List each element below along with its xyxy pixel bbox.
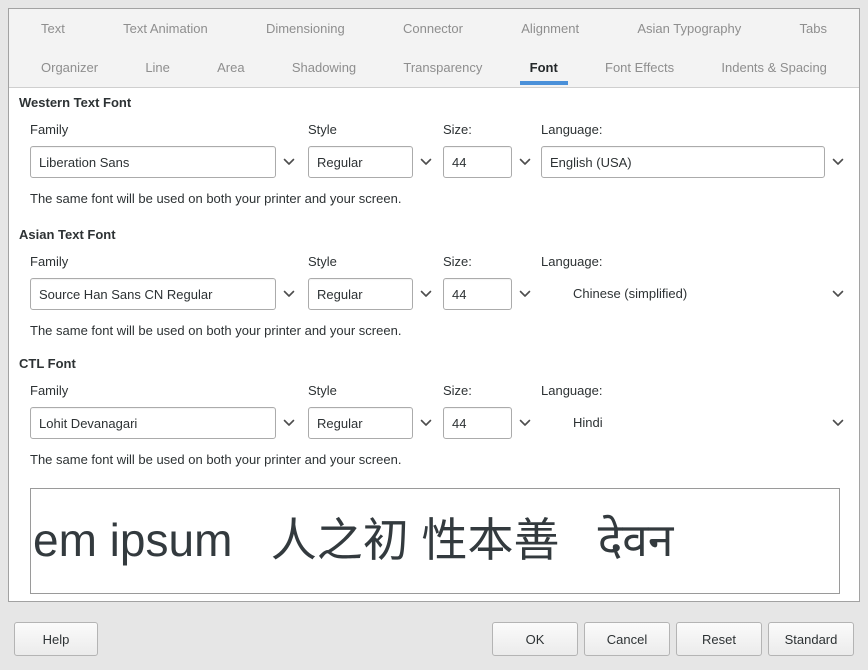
western-language-combobox — [541, 146, 844, 178]
asian-family-combobox — [30, 278, 308, 310]
chevron-down-icon[interactable] — [420, 158, 432, 166]
reset-button[interactable]: Reset — [676, 622, 762, 656]
asian-size-input[interactable] — [443, 278, 512, 310]
font-tab-panel: Western Text Font Family Style — [9, 88, 859, 601]
asian-language-value[interactable]: Chinese (simplified) — [541, 278, 825, 310]
standard-button[interactable]: Standard — [768, 622, 854, 656]
ctl-family-combobox — [30, 407, 308, 439]
tab-line[interactable]: Line — [135, 48, 180, 87]
family-label: Family — [30, 122, 308, 137]
section-title: CTL Font — [19, 356, 859, 371]
section-asian-text-font: Asian Text Font Family Style — [9, 227, 859, 338]
tab-tabs[interactable]: Tabs — [789, 9, 836, 48]
style-label: Style — [308, 122, 443, 137]
chevron-down-icon[interactable] — [420, 419, 432, 427]
tab-indents-spacing[interactable]: Indents & Spacing — [711, 48, 837, 87]
language-label: Language: — [541, 254, 844, 269]
chevron-down-icon[interactable] — [519, 158, 531, 166]
dialog-action-area: Help OK Cancel Reset Standard — [0, 602, 868, 670]
tab-alignment[interactable]: Alignment — [511, 9, 589, 48]
help-button[interactable]: Help — [14, 622, 98, 656]
ctl-language-value[interactable]: Hindi — [541, 407, 825, 439]
chevron-down-icon[interactable] — [283, 290, 295, 298]
tab-text[interactable]: Text — [31, 9, 75, 48]
section-western-text-font: Western Text Font Family Style — [9, 95, 859, 206]
preview-text: em ipsum 人之初 性本善 देवन — [31, 489, 839, 591]
tab-font[interactable]: Font — [520, 48, 568, 87]
family-label: Family — [30, 383, 308, 398]
section-ctl-font: CTL Font Family Style — [9, 356, 859, 467]
size-label: Size: — [443, 383, 541, 398]
western-style-combobox — [308, 146, 443, 178]
chevron-down-icon[interactable] — [283, 158, 295, 166]
font-usage-note: The same font will be used on both your … — [30, 191, 859, 206]
language-label: Language: — [541, 383, 844, 398]
tab-shadowing[interactable]: Shadowing — [282, 48, 366, 87]
section-title: Asian Text Font — [19, 227, 859, 242]
western-size-input[interactable] — [443, 146, 512, 178]
western-family-combobox — [30, 146, 308, 178]
chevron-down-icon[interactable] — [832, 419, 844, 427]
tab-organizer[interactable]: Organizer — [31, 48, 108, 87]
tab-area[interactable]: Area — [207, 48, 254, 87]
asian-style-input[interactable] — [308, 278, 413, 310]
chevron-down-icon[interactable] — [519, 290, 531, 298]
western-style-input[interactable] — [308, 146, 413, 178]
ctl-style-combobox — [308, 407, 443, 439]
chevron-down-icon[interactable] — [519, 419, 531, 427]
tab-dimensioning[interactable]: Dimensioning — [256, 9, 355, 48]
western-family-input[interactable] — [30, 146, 276, 178]
chevron-down-icon[interactable] — [420, 290, 432, 298]
font-usage-note: The same font will be used on both your … — [30, 452, 859, 467]
western-language-input[interactable] — [541, 146, 825, 178]
asian-size-combobox — [443, 278, 541, 310]
ctl-language-dropdown[interactable]: Hindi — [541, 407, 844, 439]
font-usage-note: The same font will be used on both your … — [30, 323, 859, 338]
style-label: Style — [308, 254, 443, 269]
chevron-down-icon[interactable] — [832, 158, 844, 166]
section-title: Western Text Font — [19, 95, 859, 110]
asian-language-dropdown[interactable]: Chinese (simplified) — [541, 278, 844, 310]
style-label: Style — [308, 383, 443, 398]
chevron-down-icon[interactable] — [283, 419, 295, 427]
cancel-button[interactable]: Cancel — [584, 622, 670, 656]
tab-row-1: Text Text Animation Dimensioning Connect… — [9, 9, 859, 48]
ctl-family-input[interactable] — [30, 407, 276, 439]
tab-connector[interactable]: Connector — [393, 9, 473, 48]
tab-row-2: Organizer Line Area Shadowing Transparen… — [9, 48, 859, 87]
tab-notebook: Text Text Animation Dimensioning Connect… — [8, 8, 860, 602]
character-properties-dialog: Text Text Animation Dimensioning Connect… — [0, 0, 868, 670]
ctl-size-combobox — [443, 407, 541, 439]
tab-transparency[interactable]: Transparency — [393, 48, 492, 87]
ok-button[interactable]: OK — [492, 622, 578, 656]
font-preview-box: em ipsum 人之初 性本善 देवन — [30, 488, 840, 594]
chevron-down-icon[interactable] — [832, 290, 844, 298]
size-label: Size: — [443, 254, 541, 269]
asian-family-input[interactable] — [30, 278, 276, 310]
tab-asian-typography[interactable]: Asian Typography — [627, 9, 751, 48]
family-label: Family — [30, 254, 308, 269]
asian-style-combobox — [308, 278, 443, 310]
ctl-size-input[interactable] — [443, 407, 512, 439]
tab-text-animation[interactable]: Text Animation — [113, 9, 218, 48]
tab-bar: Text Text Animation Dimensioning Connect… — [9, 9, 859, 88]
tab-font-effects[interactable]: Font Effects — [595, 48, 684, 87]
language-label: Language: — [541, 122, 844, 137]
western-size-combobox — [443, 146, 541, 178]
ctl-style-input[interactable] — [308, 407, 413, 439]
size-label: Size: — [443, 122, 541, 137]
